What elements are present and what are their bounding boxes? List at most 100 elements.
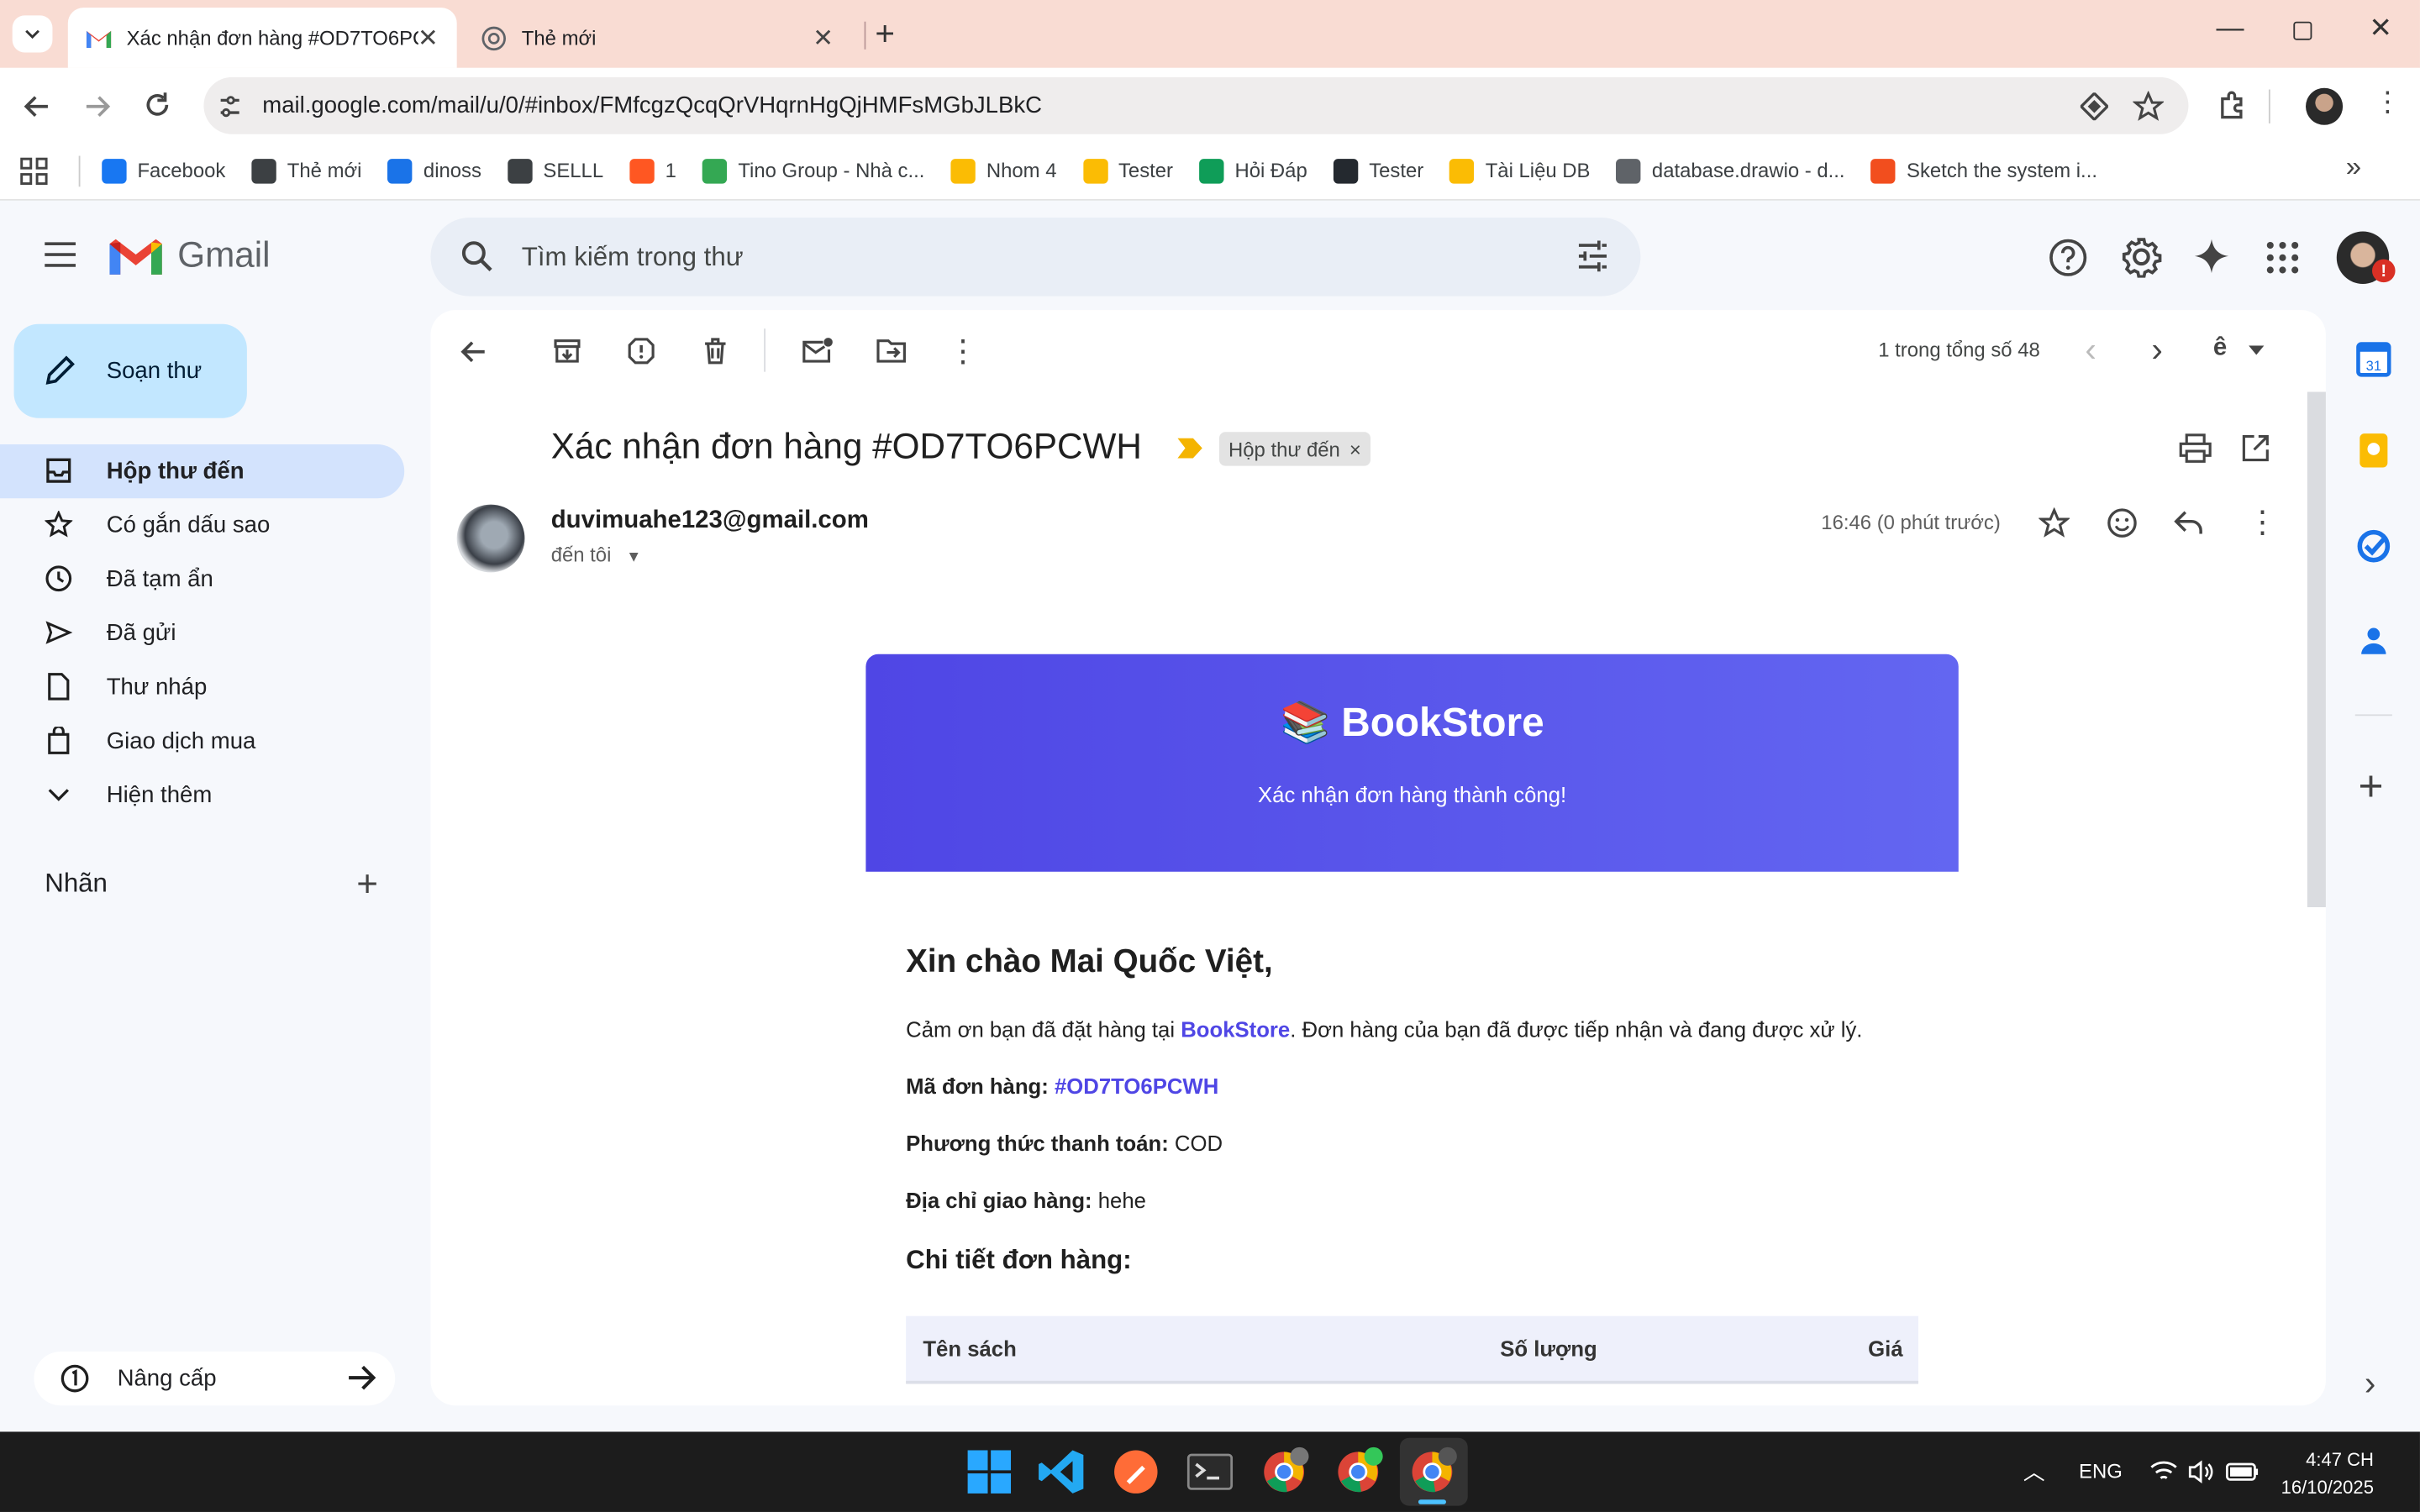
get-addons-icon[interactable]: + <box>2358 764 2383 808</box>
bookmark-item[interactable]: Tài Liệu DB <box>1449 158 1590 183</box>
minimize-icon[interactable]: — <box>2217 13 2244 45</box>
wifi-icon[interactable] <box>2150 1460 2178 1484</box>
tab-search-button[interactable] <box>12 15 53 53</box>
forward-icon[interactable] <box>82 91 113 122</box>
remove-label-icon[interactable]: × <box>1349 438 1361 461</box>
postman-icon[interactable] <box>1108 1444 1164 1499</box>
tray-overflow-icon[interactable]: ︿ <box>2023 1457 2045 1488</box>
nav-item[interactable]: Thư nháp <box>0 660 404 714</box>
install-icon[interactable] <box>2080 92 2108 121</box>
emoji-reaction-icon[interactable] <box>2107 507 2138 538</box>
tab-new[interactable]: Thẻ mới ✕ <box>463 8 852 68</box>
bookmark-favicon-icon <box>702 158 728 183</box>
close-icon[interactable]: ✕ <box>418 23 439 54</box>
input-tools-icon[interactable]: ê <box>2213 335 2227 363</box>
bookmark-item[interactable]: dinoss <box>387 158 481 183</box>
close-icon[interactable]: ✕ <box>813 23 834 54</box>
bookmark-item[interactable]: Facebook <box>102 158 225 183</box>
older-icon[interactable]: › <box>2151 330 2162 370</box>
chrome-profile-2-icon[interactable] <box>1330 1444 1386 1499</box>
bookmark-star-icon[interactable] <box>2133 91 2165 122</box>
window-close-icon[interactable]: ✕ <box>2369 13 2392 45</box>
bookmark-item[interactable]: Hỏi Đáp <box>1199 158 1307 183</box>
windows-start-icon[interactable] <box>961 1444 1017 1499</box>
bookmark-item[interactable]: database.drawio - d... <box>1616 158 1845 183</box>
chrome-profile-1-icon[interactable] <box>1256 1444 1312 1499</box>
nav-item[interactable]: Có gắn dấu sao <box>0 498 404 552</box>
restore-icon[interactable] <box>2293 21 2312 40</box>
reload-icon[interactable] <box>142 90 173 121</box>
input-language[interactable]: ENG <box>2079 1460 2123 1483</box>
show-side-panel-icon[interactable]: › <box>2365 1364 2375 1404</box>
url-text[interactable]: mail.google.com/mail/u/0/#inbox/FMfcgzQc… <box>262 92 1042 118</box>
bookmark-item[interactable]: Tester <box>1082 158 1173 183</box>
bookmark-item[interactable]: SELLL <box>508 158 603 183</box>
sender-email[interactable]: duvimuahe123@gmail.com <box>551 507 869 535</box>
gmail-logo-icon[interactable] <box>109 238 162 278</box>
kebab-menu-icon[interactable]: ⋮ <box>2374 87 2402 119</box>
vscode-icon[interactable] <box>1034 1444 1090 1499</box>
sender-avatar[interactable] <box>456 504 525 573</box>
nav-item[interactable]: Hộp thư đến <box>0 444 405 499</box>
keep-icon[interactable] <box>2352 429 2395 472</box>
add-label-icon[interactable]: + <box>356 864 378 907</box>
importance-marker-icon[interactable] <box>1177 438 1202 459</box>
apps-grid-icon[interactable] <box>20 156 48 185</box>
chevron-down-icon[interactable] <box>2249 345 2265 355</box>
bookmark-item[interactable]: Thẻ mới <box>251 158 361 183</box>
system-clock[interactable]: 4:47 CH 16/10/2025 <box>2281 1446 2374 1501</box>
delete-icon[interactable] <box>701 336 730 365</box>
help-icon[interactable] <box>2048 238 2088 278</box>
nav-item[interactable]: Hiện thêm <box>0 769 404 822</box>
report-spam-icon[interactable] <box>627 336 656 365</box>
new-tab-icon[interactable]: + <box>875 14 895 55</box>
bookmark-item[interactable]: Tino Group - Nhà c... <box>702 158 924 183</box>
print-icon[interactable] <box>2179 433 2212 463</box>
hamburger-menu-icon[interactable] <box>43 241 76 269</box>
open-new-window-icon[interactable] <box>2241 433 2270 463</box>
address-bar[interactable]: mail.google.com/mail/u/0/#inbox/FMfcgzQc… <box>203 76 2189 134</box>
tab-gmail[interactable]: Xác nhận đơn hàng #OD7TO6PCWH ✕ <box>67 8 457 68</box>
search-options-icon[interactable] <box>1576 239 1609 273</box>
gmail-logo-text[interactable]: Gmail <box>177 234 270 276</box>
nav-item[interactable]: Đã tạm ẩn <box>0 553 404 606</box>
contacts-icon[interactable] <box>2352 619 2395 662</box>
chrome-active-icon[interactable] <box>1404 1444 1460 1499</box>
more-actions-icon[interactable]: ⋮ <box>948 332 979 370</box>
volume-icon[interactable] <box>2187 1460 2215 1484</box>
recipient-line[interactable]: đến tôi ▼ <box>551 543 642 567</box>
more-bookmarks-icon[interactable]: » <box>2346 151 2361 184</box>
nav-item[interactable]: Giao dịch mua <box>0 714 404 768</box>
google-apps-icon[interactable] <box>2265 241 2299 275</box>
extensions-icon[interactable] <box>2217 90 2249 121</box>
terminal-icon[interactable] <box>1182 1444 1238 1499</box>
back-to-inbox-icon[interactable] <box>460 338 487 365</box>
gemini-spark-icon[interactable] <box>2193 238 2230 275</box>
mark-unread-icon[interactable] <box>801 336 834 365</box>
settings-gear-icon[interactable] <box>2121 236 2163 278</box>
reply-icon[interactable] <box>2173 509 2204 535</box>
message-more-icon[interactable]: ⋮ <box>2247 503 2278 542</box>
battery-icon[interactable] <box>2225 1461 2260 1483</box>
tab-title: Thẻ mới <box>521 26 597 50</box>
calendar-icon[interactable]: 31 <box>2352 338 2395 381</box>
newer-icon[interactable]: ‹ <box>2085 330 2096 370</box>
details-caret-icon[interactable]: ▼ <box>626 549 641 566</box>
search-input[interactable]: Tìm kiếm trong thư <box>430 217 1641 297</box>
scrollbar-thumb[interactable] <box>2307 391 2326 907</box>
back-icon[interactable] <box>22 91 53 122</box>
bookmark-item[interactable]: Nhom 4 <box>950 158 1057 183</box>
site-info-icon[interactable] <box>218 94 242 118</box>
bookmark-item[interactable]: 1 <box>629 158 676 183</box>
move-to-icon[interactable] <box>875 336 908 365</box>
bookmark-item[interactable]: Tester <box>1333 158 1423 183</box>
search-icon[interactable] <box>460 239 493 273</box>
star-icon[interactable] <box>2039 507 2070 538</box>
bookmark-item[interactable]: Sketch the system i... <box>1870 158 2097 183</box>
nav-item[interactable]: Đã gửi <box>0 606 404 660</box>
tasks-icon[interactable] <box>2352 524 2395 567</box>
label-chip-text: Hộp thư đến <box>1228 437 1340 461</box>
tab-title: Xác nhận đơn hàng #OD7TO6PCWH <box>126 26 418 50</box>
profile-avatar[interactable] <box>2306 87 2344 125</box>
archive-icon[interactable] <box>553 336 582 365</box>
